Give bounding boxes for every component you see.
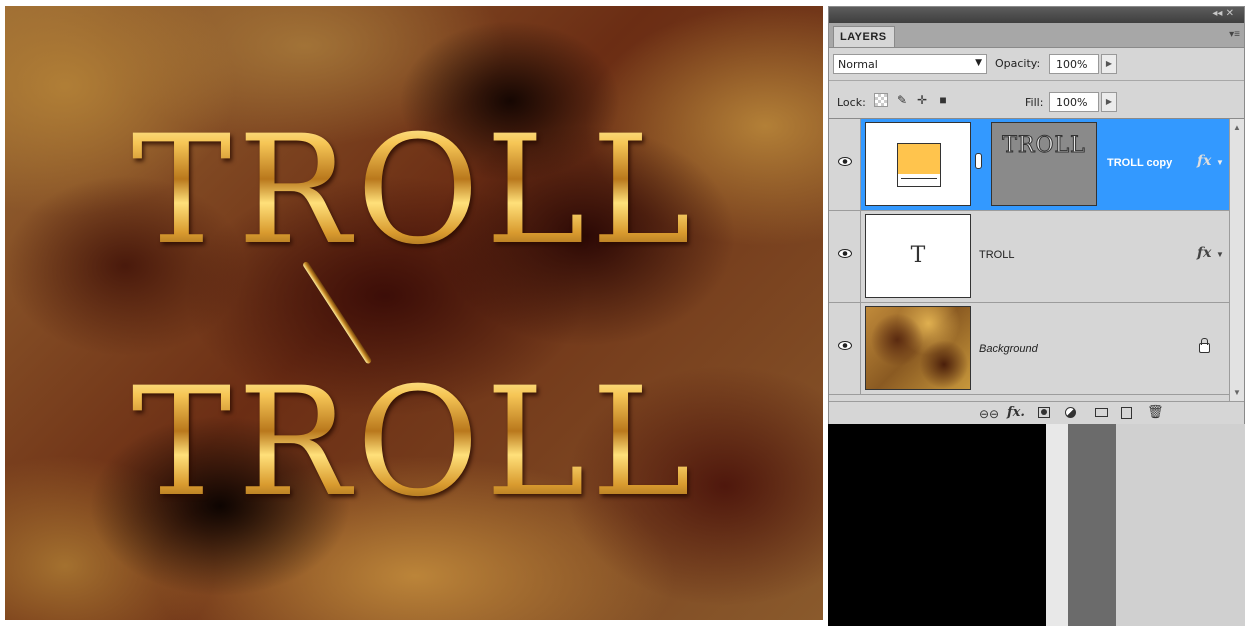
workspace-strip bbox=[1116, 420, 1245, 626]
canvas-text-troll-top: TROLL bbox=[5, 116, 823, 266]
fill-label: Fill: bbox=[1025, 96, 1044, 109]
layer-name[interactable]: TROLL bbox=[979, 249, 1014, 261]
visibility-toggle[interactable] bbox=[829, 211, 861, 302]
layer-row-troll[interactable]: T TROLL fx ▼ bbox=[829, 211, 1229, 303]
blend-mode-value: Normal bbox=[838, 58, 878, 71]
visibility-toggle[interactable] bbox=[829, 303, 861, 394]
eye-icon bbox=[838, 341, 852, 350]
opacity-label: Opacity: bbox=[995, 57, 1041, 70]
fx-icon[interactable]: fx bbox=[1197, 153, 1211, 169]
fill-layer-thumbnail[interactable] bbox=[865, 122, 971, 206]
add-mask-icon[interactable] bbox=[1038, 407, 1050, 418]
text-layer-icon: T bbox=[910, 243, 926, 268]
new-layer-icon[interactable] bbox=[1121, 407, 1132, 419]
link-layers-icon[interactable]: ⊖⊖ bbox=[979, 407, 999, 421]
fx-icon[interactable]: fx bbox=[1197, 245, 1211, 261]
divider bbox=[829, 80, 1244, 81]
panel-menu-icon[interactable]: ▾≡ bbox=[1229, 29, 1240, 40]
lock-label: Lock: bbox=[837, 96, 866, 109]
move-icon[interactable]: ✛ bbox=[915, 93, 929, 107]
lock-transparent-pixels-icon[interactable] bbox=[874, 93, 888, 107]
opacity-input[interactable]: 100% bbox=[1049, 54, 1099, 74]
text-layer-thumbnail[interactable]: T bbox=[865, 214, 971, 298]
layer-name[interactable]: Background bbox=[979, 343, 1038, 355]
adjustment-layer-icon[interactable] bbox=[1065, 407, 1076, 418]
layer-mask-thumbnail[interactable]: TROLL bbox=[991, 122, 1097, 206]
color-fill-icon bbox=[897, 143, 941, 187]
eye-icon bbox=[838, 249, 852, 258]
opacity-slider-button[interactable]: ▶ bbox=[1101, 54, 1117, 74]
background-thumbnail[interactable] bbox=[865, 306, 971, 390]
layer-list-scrollbar[interactable]: ▲ ▼ bbox=[1229, 119, 1244, 401]
layer-row-troll-copy[interactable]: . TROLL TROLL copy fx ▼ bbox=[829, 119, 1229, 211]
brush-icon[interactable]: ✎ bbox=[895, 93, 909, 107]
canvas-text-troll-bottom: TROLL bbox=[5, 368, 823, 518]
blend-mode-select[interactable]: Normal ▼ bbox=[833, 54, 987, 74]
visibility-toggle[interactable] bbox=[829, 119, 861, 210]
link-icon[interactable]: . bbox=[975, 153, 982, 169]
document-canvas[interactable]: TROLL TROLL bbox=[5, 6, 823, 620]
workspace-strip bbox=[1046, 420, 1068, 626]
trash-icon[interactable]: 🗑 bbox=[1147, 404, 1164, 420]
layer-name[interactable]: TROLL copy bbox=[1107, 157, 1172, 169]
new-group-icon[interactable] bbox=[1095, 408, 1108, 417]
lock-icon bbox=[1199, 338, 1210, 353]
swatch-line bbox=[901, 178, 937, 179]
layer-row-background[interactable]: Background bbox=[829, 303, 1229, 395]
fill-slider-button[interactable]: ▶ bbox=[1101, 92, 1117, 112]
fill-input[interactable]: 100% bbox=[1049, 92, 1099, 112]
layers-panel-toolbar: ⊖⊖ fx. 🗑 bbox=[829, 401, 1244, 424]
panel-tab-row: LAYERS ▾≡ bbox=[829, 23, 1244, 48]
layer-list: . TROLL TROLL copy fx ▼ T TROLL fx ▼ bbox=[829, 119, 1229, 401]
eye-icon bbox=[838, 157, 852, 166]
layers-panel: ◂◂ ✕ LAYERS ▾≡ Normal ▼ Opacity: 100% ▶ … bbox=[828, 6, 1245, 424]
chevron-down-icon: ▼ bbox=[975, 58, 982, 68]
lock-icon[interactable]: ■ bbox=[936, 93, 950, 107]
mask-thumbnail-text: TROLL bbox=[1002, 133, 1086, 159]
double-chevron-icon[interactable]: ◂◂ ✕ bbox=[1212, 8, 1234, 19]
scroll-down-icon[interactable]: ▼ bbox=[1233, 388, 1241, 397]
workspace-dark-area bbox=[828, 420, 1046, 626]
expand-arrow-icon[interactable]: ▼ bbox=[1216, 158, 1224, 167]
tab-layers[interactable]: LAYERS bbox=[833, 26, 895, 47]
expand-arrow-icon[interactable]: ▼ bbox=[1216, 250, 1224, 259]
scroll-up-icon[interactable]: ▲ bbox=[1233, 123, 1241, 132]
workspace-strip bbox=[1068, 420, 1116, 626]
panel-title-bar[interactable]: ◂◂ ✕ bbox=[829, 7, 1244, 23]
add-layer-style-icon[interactable]: fx. bbox=[1007, 405, 1025, 420]
